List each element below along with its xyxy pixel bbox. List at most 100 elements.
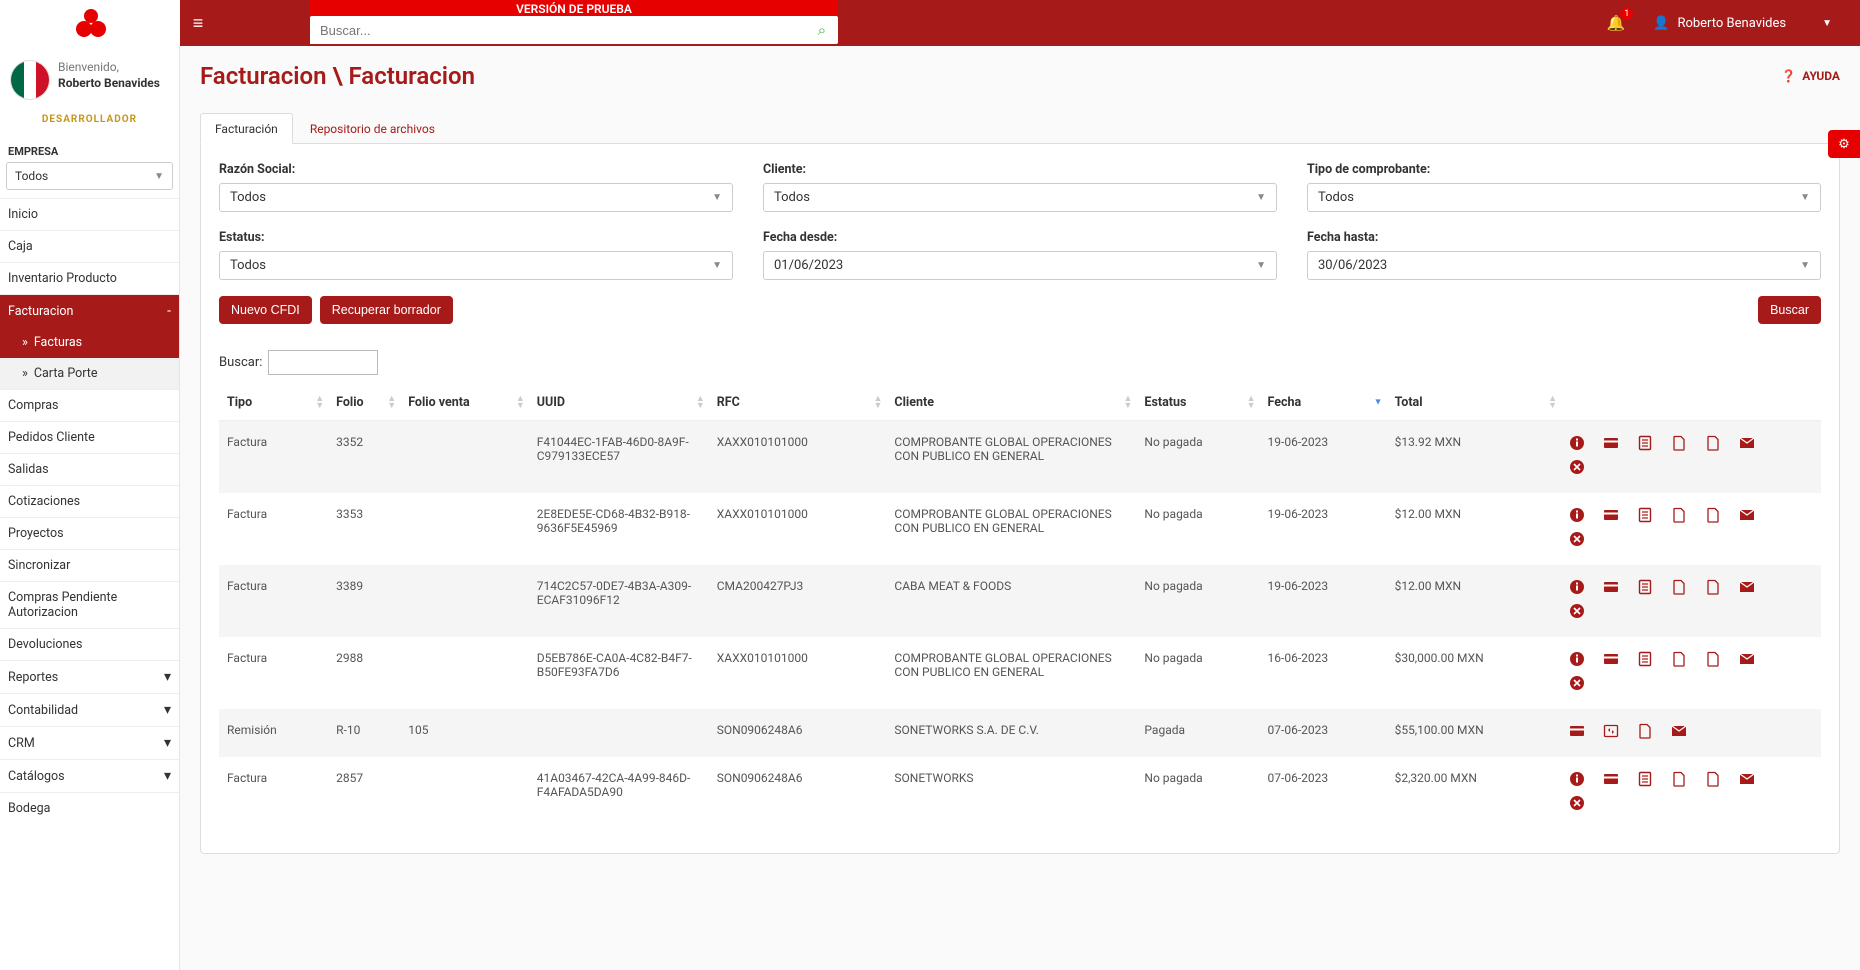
email-icon[interactable] (1739, 771, 1759, 791)
settings-drawer-button[interactable]: ⚙ (1828, 130, 1860, 158)
search-input[interactable] (310, 17, 806, 44)
buscar-button[interactable]: Buscar (1758, 296, 1821, 324)
estatus-select[interactable]: Todos▼ (219, 251, 733, 280)
cell-folio-venta (400, 565, 529, 637)
cancel-icon[interactable] (1569, 603, 1589, 623)
cell-uuid: F41044EC-1FAB-46D0-8A9F-C979133ECE57 (529, 421, 709, 494)
xml-icon[interactable] (1705, 579, 1725, 599)
document-icon[interactable] (1637, 579, 1657, 599)
payment-icon[interactable] (1569, 723, 1589, 743)
fecha-hasta-input[interactable]: 30/06/2023▼ (1307, 251, 1821, 280)
cliente-select[interactable]: Todos▼ (763, 183, 1277, 212)
cell-tipo: Factura (219, 493, 328, 565)
chevron-down-icon[interactable]: ▼ (1822, 18, 1832, 29)
cancel-icon[interactable] (1569, 531, 1589, 551)
document-icon[interactable] (1637, 507, 1657, 527)
sidebar: Bienvenido, Roberto Benavides DESARROLLA… (0, 46, 180, 970)
col-actions (1561, 385, 1821, 421)
nav-item-reportes[interactable]: Reportes▾ (0, 660, 179, 693)
nav-item-cotizaciones[interactable]: Cotizaciones (0, 485, 179, 517)
nav-item-caja[interactable]: Caja (0, 230, 179, 262)
menu-toggle-icon[interactable]: ≡ (180, 13, 216, 34)
global-search[interactable]: ⌕ (310, 16, 838, 44)
xml-icon[interactable] (1705, 435, 1725, 455)
xml-icon[interactable] (1705, 771, 1725, 791)
tipo-comprobante-select[interactable]: Todos▼ (1307, 183, 1821, 212)
col-total[interactable]: Total▲▼ (1387, 385, 1561, 421)
main-content: Facturacion \ Facturacion ❓ AYUDA Factur… (180, 46, 1860, 970)
search-icon[interactable]: ⌕ (806, 21, 838, 39)
document-icon[interactable] (1637, 435, 1657, 455)
email-icon[interactable] (1671, 723, 1691, 743)
notifications-button[interactable]: 🔔 1 (1607, 14, 1626, 32)
table-search-input[interactable] (268, 350, 378, 375)
tab-repositorio-de-archivos[interactable]: Repositorio de archivos (295, 113, 450, 144)
info-icon[interactable] (1569, 651, 1589, 671)
nav-item-salidas[interactable]: Salidas (0, 453, 179, 485)
cell-folio-venta (400, 637, 529, 709)
col-folio[interactable]: Folio▲▼ (328, 385, 400, 421)
chevron-down-icon: ▼ (1800, 192, 1810, 203)
payment-icon[interactable] (1603, 651, 1623, 671)
pdf-icon[interactable] (1671, 579, 1691, 599)
email-icon[interactable] (1739, 507, 1759, 527)
cell-folio: 3353 (328, 493, 400, 565)
xml-icon[interactable] (1705, 507, 1725, 527)
nav-sub-facturas[interactable]: »Facturas (0, 327, 179, 358)
email-icon[interactable] (1739, 651, 1759, 671)
tab-facturación[interactable]: Facturación (200, 113, 293, 144)
col-tipo[interactable]: Tipo▲▼ (219, 385, 328, 421)
nav-sub-carta-porte[interactable]: »Carta Porte (0, 358, 179, 389)
info-icon[interactable] (1569, 771, 1589, 791)
user-menu[interactable]: 👤 Roberto Benavides (1653, 16, 1786, 31)
recuperar-borrador-button[interactable]: Recuperar borrador (320, 296, 453, 324)
cancel-icon[interactable] (1569, 795, 1589, 815)
col-folio-venta[interactable]: Folio venta▲▼ (400, 385, 529, 421)
expand-icon: ▾ (164, 768, 171, 784)
info-icon[interactable] (1569, 579, 1589, 599)
pdf-icon[interactable] (1671, 435, 1691, 455)
pdf-icon[interactable] (1671, 771, 1691, 791)
pdf-icon[interactable] (1671, 651, 1691, 671)
pdf-icon[interactable] (1671, 507, 1691, 527)
nav-item-inventario-producto[interactable]: Inventario Producto (0, 262, 179, 294)
nuevo-cfdi-button[interactable]: Nuevo CFDI (219, 296, 312, 324)
document-icon[interactable] (1637, 651, 1657, 671)
xml-icon[interactable] (1705, 651, 1725, 671)
col-cliente[interactable]: Cliente▲▼ (886, 385, 1136, 421)
nav-item-catálogos[interactable]: Catálogos▾ (0, 759, 179, 792)
payment-icon[interactable] (1603, 771, 1623, 791)
help-link[interactable]: ❓ AYUDA (1781, 69, 1840, 83)
nav-item-compras-pendiente-autorizacion[interactable]: Compras Pendiente Autorizacion (0, 581, 179, 628)
company-select[interactable]: Todos ▼ (6, 162, 173, 190)
nav-item-proyectos[interactable]: Proyectos (0, 517, 179, 549)
nav-item-compras[interactable]: Compras (0, 389, 179, 421)
col-uuid[interactable]: UUID▲▼ (529, 385, 709, 421)
nav-item-bodega[interactable]: Bodega (0, 792, 179, 824)
nav-item-inicio[interactable]: Inicio (0, 198, 179, 230)
email-icon[interactable] (1739, 579, 1759, 599)
payment-icon[interactable] (1603, 507, 1623, 527)
razon-social-select[interactable]: Todos▼ (219, 183, 733, 212)
col-rfc[interactable]: RFC▲▼ (709, 385, 887, 421)
nav-item-contabilidad[interactable]: Contabilidad▾ (0, 693, 179, 726)
payment-icon[interactable] (1603, 435, 1623, 455)
payment-icon[interactable] (1603, 579, 1623, 599)
cancel-icon[interactable] (1569, 459, 1589, 479)
nav-item-pedidos-cliente[interactable]: Pedidos Cliente (0, 421, 179, 453)
cliente-label: Cliente: (763, 162, 1277, 177)
convert-icon[interactable] (1603, 723, 1623, 743)
cancel-icon[interactable] (1569, 675, 1589, 695)
col-estatus[interactable]: Estatus▲▼ (1136, 385, 1259, 421)
col-fecha[interactable]: Fecha▼ (1260, 385, 1387, 421)
document-icon[interactable] (1637, 771, 1657, 791)
nav-item-devoluciones[interactable]: Devoluciones (0, 628, 179, 660)
nav-item-crm[interactable]: CRM▾ (0, 726, 179, 759)
nav-item-sincronizar[interactable]: Sincronizar (0, 549, 179, 581)
nav-item-facturacion[interactable]: Facturacion- (0, 294, 179, 327)
pdf-icon[interactable] (1637, 723, 1657, 743)
email-icon[interactable] (1739, 435, 1759, 455)
info-icon[interactable] (1569, 507, 1589, 527)
fecha-desde-input[interactable]: 01/06/2023▼ (763, 251, 1277, 280)
info-icon[interactable] (1569, 435, 1589, 455)
